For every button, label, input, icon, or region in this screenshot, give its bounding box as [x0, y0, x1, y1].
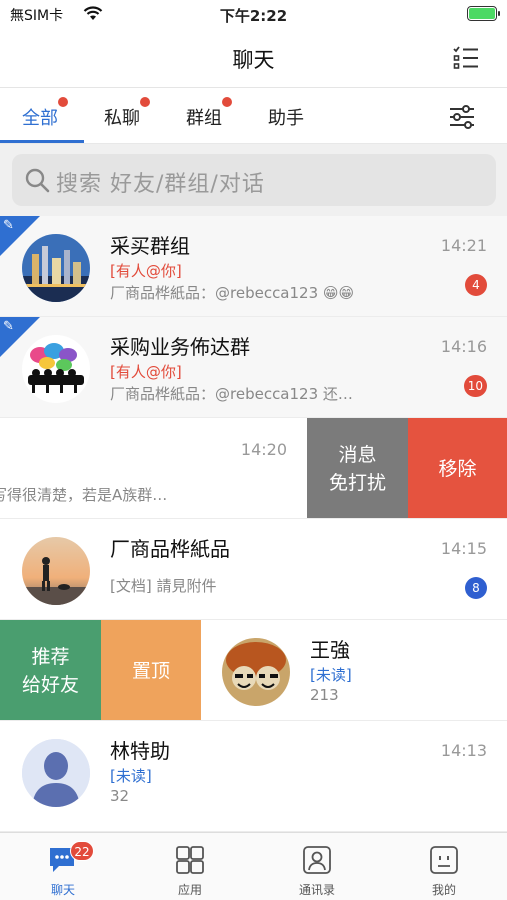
recommend-to-friend-button[interactable]: 推荐 给好友 [0, 620, 101, 720]
default-avatar-icon [22, 739, 90, 807]
chat-preview: 213 [310, 686, 339, 704]
nav-bar: 聊天 [0, 30, 507, 88]
avatar [22, 234, 90, 302]
battery-icon [467, 6, 500, 21]
tabbar-contacts[interactable]: 通讯录 [254, 833, 380, 900]
chat-preview: [文档] 請見附件 [110, 577, 217, 595]
avatar [22, 537, 90, 605]
unread-badge: 10 [463, 375, 487, 397]
pin-to-top-button[interactable]: 置顶 [101, 620, 201, 720]
chat-row[interactable]: ✎ 采买群组 14:21 [有人@你] 厂商品桦紙品：@rebecca123 😁… [0, 216, 507, 317]
tab-groups[interactable]: 群组 [186, 97, 232, 130]
chat-name: 采购业务佈达群 [110, 335, 250, 359]
pin-icon: ✎ [3, 319, 14, 334]
chat-preview: 厂商品桦紙品：@rebecca123 😁😁 [110, 284, 355, 302]
chat-row[interactable]: 厂商品桦紙品 14:15 [文档] 請見附件 8 [0, 519, 507, 620]
unread-badge: 8 [465, 577, 487, 599]
profile-face-icon [430, 846, 458, 874]
unread-dot [58, 97, 68, 107]
chat-name: 王強 [310, 638, 350, 662]
chat-time: 14:16 [440, 337, 487, 356]
chat-row-swiped-right[interactable]: 推荐 给好友 置顶 王強 [未读] 213 [0, 620, 507, 721]
search-input[interactable]: 搜索 好友/群组/对话 [12, 154, 496, 206]
tab-all[interactable]: 全部 [22, 97, 68, 130]
unread-badge: 4 [465, 274, 487, 296]
pin-icon: ✎ [3, 218, 14, 233]
chat-preview: 厂商品桦紙品：@rebecca123 还… [110, 385, 353, 403]
tabbar-chat[interactable]: 22 聊天 [0, 833, 126, 900]
chat-name: 林特助 [110, 739, 170, 763]
apps-grid-icon [176, 846, 204, 874]
tabbar-profile[interactable]: 我的 [381, 833, 507, 900]
chat-filter-tabs: 全部 私聊 群组 助手 [0, 88, 507, 144]
checklist-icon[interactable] [453, 46, 479, 70]
avatar [222, 638, 290, 706]
mute-button[interactable]: 消息 免打扰 [307, 418, 408, 518]
chat-unread-badge: 22 [70, 841, 94, 861]
chat-name: 采买群组 [110, 234, 190, 258]
status-time: 下午2:22 [219, 7, 288, 25]
tabbar-apps[interactable]: 应用 [127, 833, 253, 900]
chat-time: 14:20 [240, 440, 287, 459]
search-placeholder: 搜索 好友/群组/对话 [56, 172, 265, 197]
chat-time: 14:21 [440, 236, 487, 255]
chat-row[interactable]: 林特助 14:13 [未读] 32 [0, 721, 507, 832]
chat-row-swiped-left[interactable]: 14:20 写得很清楚，若是A族群… 消息 免打扰 移除 [0, 418, 507, 519]
chat-preview: 写得很清楚，若是A族群… [0, 486, 168, 504]
unread-dot [222, 97, 232, 107]
remove-button[interactable]: 移除 [408, 418, 507, 518]
status-bar: 無SIM卡 下午2:22 [0, 0, 507, 30]
unread-tag: [未读] [110, 767, 152, 785]
chat-time: 14:13 [440, 741, 487, 760]
mention-tag: [有人@你] [110, 262, 182, 280]
mention-tag: [有人@你] [110, 363, 182, 381]
search-bar-container: 搜索 好友/群组/对话 [0, 144, 507, 216]
unread-dot [140, 97, 150, 107]
avatar [22, 335, 90, 403]
active-tab-indicator [0, 140, 84, 143]
unread-tag: [未读] [310, 666, 352, 684]
chat-row[interactable]: ✎ 采购业务佈达群 14:16 [有人@你] 厂商品桦紙品：@rebecca12… [0, 317, 507, 418]
filter-settings-icon[interactable] [449, 104, 475, 130]
tab-private[interactable]: 私聊 [104, 97, 150, 130]
tab-assistant[interactable]: 助手 [268, 104, 304, 130]
page-title: 聊天 [232, 48, 275, 72]
chat-preview: 32 [110, 787, 130, 805]
chat-time: 14:15 [440, 539, 487, 558]
bottom-tab-bar: 22 聊天 应用 通讯录 我的 [0, 832, 507, 900]
contacts-icon [303, 846, 331, 874]
chat-name: 厂商品桦紙品 [110, 537, 230, 561]
search-icon [25, 168, 50, 193]
